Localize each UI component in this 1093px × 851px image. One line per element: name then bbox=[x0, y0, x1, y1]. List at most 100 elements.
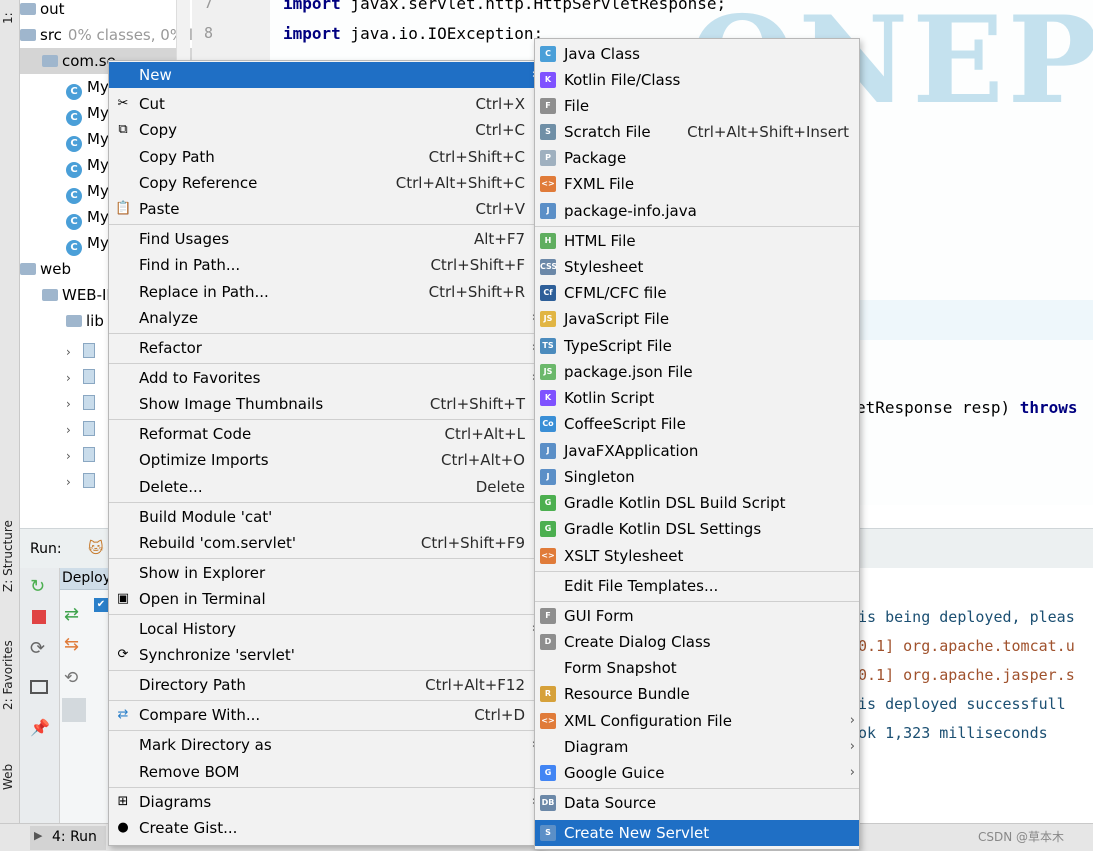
menu-item-remove-bom[interactable]: Remove BOM bbox=[109, 759, 541, 785]
new-item-coffeescript-file[interactable]: Co CoffeeScript File bbox=[535, 411, 859, 437]
tree-row[interactable]: › bbox=[66, 442, 95, 468]
new-item-gradle-kotlin-dsl-settings[interactable]: G Gradle Kotlin DSL Settings bbox=[535, 516, 859, 542]
new-item-file[interactable]: F File bbox=[535, 93, 859, 119]
menu-item-diagrams[interactable]: ⊞Diagrams› bbox=[109, 789, 541, 815]
new-item-xml-configuration-file[interactable]: <> XML Configuration File › bbox=[535, 708, 859, 734]
menu-item-find-in-path[interactable]: Find in Path... Ctrl+Shift+F bbox=[109, 252, 541, 278]
tree-row[interactable]: › bbox=[66, 390, 95, 416]
deploy-green-icon[interactable]: ⇄ bbox=[64, 604, 79, 625]
menu-item-replace-in-path[interactable]: Replace in Path... Ctrl+Shift+R bbox=[109, 279, 541, 305]
menu-item-add-to-favorites[interactable]: Add to Favorites› bbox=[109, 365, 541, 391]
menu-item-copy-path[interactable]: Copy Path Ctrl+Shift+C bbox=[109, 144, 541, 170]
menu-item-optimize-imports[interactable]: Optimize Imports Ctrl+Alt+O bbox=[109, 447, 541, 473]
dump-icon[interactable] bbox=[62, 698, 86, 722]
chevron-right-icon[interactable]: › bbox=[66, 417, 78, 443]
tomcat-icon[interactable]: 🐱 bbox=[88, 539, 106, 557]
new-item-package-info-java[interactable]: Jpackage-info.java bbox=[535, 198, 859, 224]
favorites-tool-tab[interactable]: 2: Favorites bbox=[1, 640, 15, 710]
new-item-package-json-file[interactable]: JS package.json File bbox=[535, 359, 859, 385]
menu-item-show-in-explorer[interactable]: Show in Explorer bbox=[109, 560, 541, 586]
new-item-package[interactable]: P Package bbox=[535, 145, 859, 171]
menu-separator bbox=[109, 558, 541, 559]
new-item-singleton[interactable]: J Singleton bbox=[535, 464, 859, 490]
menu-item-directory-path[interactable]: Directory Path Ctrl+Alt+F12 bbox=[109, 672, 541, 698]
new-item-data-source[interactable]: DB Data Source bbox=[535, 790, 859, 816]
tree-row[interactable]: › bbox=[66, 338, 95, 364]
tree-row[interactable]: out bbox=[20, 0, 192, 22]
new-item-resource-bundle[interactable]: R Resource Bundle bbox=[535, 681, 859, 707]
menu-item-compare-with[interactable]: ⇄ Compare With... Ctrl+D bbox=[109, 702, 541, 728]
tree-row-label: My bbox=[87, 234, 109, 252]
menu-item-copy[interactable]: ⧉ Copy Ctrl+C bbox=[109, 117, 541, 143]
menu-item-cut[interactable]: ✂ Cut Ctrl+X bbox=[109, 91, 541, 117]
structure-tool-tab[interactable]: Z: Structure bbox=[1, 520, 15, 592]
new-item-stylesheet[interactable]: CSS Stylesheet bbox=[535, 254, 859, 280]
menu-item-paste[interactable]: 📋 Paste Ctrl+V bbox=[109, 196, 541, 222]
tree-row[interactable]: src 0% classes, 0% lir bbox=[20, 22, 192, 48]
new-item-java-class[interactable]: C Java Class bbox=[535, 41, 859, 67]
menu-item-build-module-cat[interactable]: Build Module 'cat' bbox=[109, 504, 541, 530]
refresh-icon[interactable]: ⟳ bbox=[30, 638, 45, 659]
rerun-icon[interactable]: ↻ bbox=[30, 576, 45, 597]
web-tool-tab[interactable]: Web bbox=[1, 764, 15, 790]
menu-item-synchronize-servlet[interactable]: ⟳ Synchronize 'servlet' bbox=[109, 642, 541, 668]
menu-item-delete[interactable]: Delete... Delete bbox=[109, 474, 541, 500]
chevron-right-icon[interactable]: › bbox=[66, 391, 78, 417]
new-item-cfml-cfc-file[interactable]: Cf CFML/CFC file bbox=[535, 280, 859, 306]
undeploy-icon[interactable]: ⇆ bbox=[64, 634, 79, 655]
menu-item-shortcut: Ctrl+Alt+L bbox=[444, 425, 526, 443]
menu-item-find-usages[interactable]: Find Usages Alt+F7 bbox=[109, 226, 541, 252]
layout-icon[interactable] bbox=[30, 680, 48, 694]
new-item-gui-form[interactable]: F GUI Form bbox=[535, 603, 859, 629]
menu-item-mark-directory-as[interactable]: Mark Directory as› bbox=[109, 732, 541, 758]
new-item-create-new-servlet[interactable]: S Create New Servlet bbox=[535, 820, 859, 846]
menu-separator bbox=[109, 730, 541, 731]
reload-icon[interactable]: ⟲ bbox=[64, 668, 78, 688]
class-icon: C bbox=[66, 110, 82, 126]
menu-item-refactor[interactable]: Refactor› bbox=[109, 335, 541, 361]
new-item-xslt-stylesheet[interactable]: <> XSLT Stylesheet bbox=[535, 543, 859, 569]
chevron-right-icon[interactable]: › bbox=[66, 443, 78, 469]
new-item-kotlin-script[interactable]: K Kotlin Script bbox=[535, 385, 859, 411]
menu-item-label: Show in Explorer bbox=[139, 564, 266, 582]
menu-item-local-history[interactable]: Local History› bbox=[109, 616, 541, 642]
new-item-google-guice[interactable]: G Google Guice › bbox=[535, 760, 859, 786]
new-item-create-dialog-class[interactable]: D Create Dialog Class bbox=[535, 629, 859, 655]
new-item-fxml-file[interactable]: <> FXML File bbox=[535, 171, 859, 197]
menu-item-open-in-terminal[interactable]: ▣ Open in Terminal bbox=[109, 586, 541, 612]
chevron-right-icon[interactable]: › bbox=[66, 469, 78, 495]
menu-item-label: Optimize Imports bbox=[139, 451, 269, 469]
menu-item-rebuild-com-servlet[interactable]: Rebuild 'com.servlet' Ctrl+Shift+F9 bbox=[109, 530, 541, 556]
new-item-html-file[interactable]: H HTML File bbox=[535, 228, 859, 254]
new-item-typescript-file[interactable]: TS TypeScript File bbox=[535, 333, 859, 359]
menu-separator bbox=[535, 788, 859, 789]
new-item-javafxapplication[interactable]: J JavaFXApplication bbox=[535, 438, 859, 464]
sync-icon: ⟳ bbox=[117, 647, 129, 662]
menu-item-show-image-thumbnails[interactable]: Show Image Thumbnails Ctrl+Shift+T bbox=[109, 391, 541, 417]
chevron-right-icon[interactable]: › bbox=[66, 339, 78, 365]
tree-row[interactable]: › bbox=[66, 468, 95, 494]
menu-item-analyze[interactable]: Analyze› bbox=[109, 305, 541, 331]
tree-row[interactable]: › bbox=[66, 364, 95, 390]
chevron-right-icon[interactable]: › bbox=[66, 365, 78, 391]
new-item-javascript-file[interactable]: JS JavaScript File bbox=[535, 306, 859, 332]
package-info-java-icon: J bbox=[540, 203, 556, 219]
new-item-diagram[interactable]: Diagram › bbox=[535, 734, 859, 760]
new-item-form-snapshot[interactable]: Form Snapshot bbox=[535, 655, 859, 681]
menu-item-new[interactable]: New› bbox=[109, 62, 541, 88]
new-item-gradle-kotlin-dsl-build-script[interactable]: G Gradle Kotlin DSL Build Script bbox=[535, 490, 859, 516]
menu-item-copy-reference[interactable]: Copy Reference Ctrl+Alt+Shift+C bbox=[109, 170, 541, 196]
menu-item-reformat-code[interactable]: Reformat Code Ctrl+Alt+L bbox=[109, 421, 541, 447]
project-tool-tab[interactable]: 1: bbox=[1, 12, 15, 24]
menu-item-label: package-info.java bbox=[564, 202, 697, 220]
new-item-scratch-file[interactable]: S Scratch File Ctrl+Alt+Shift+Insert bbox=[535, 119, 859, 145]
menu-item-shortcut: Ctrl+Alt+Shift+Insert bbox=[687, 123, 849, 141]
pin-icon[interactable]: 📌 bbox=[30, 718, 50, 737]
menu-item-create-gist[interactable]: ● Create Gist... bbox=[109, 815, 541, 841]
new-item-edit-file-templates[interactable]: Edit File Templates... bbox=[535, 573, 859, 599]
new-item-kotlin-file-class[interactable]: K Kotlin File/Class bbox=[535, 67, 859, 93]
menu-separator bbox=[109, 700, 541, 701]
stop-icon[interactable] bbox=[32, 610, 46, 624]
tree-row[interactable]: › bbox=[66, 416, 95, 442]
run-tool-tab[interactable]: ▶ 4: Run bbox=[30, 826, 106, 850]
